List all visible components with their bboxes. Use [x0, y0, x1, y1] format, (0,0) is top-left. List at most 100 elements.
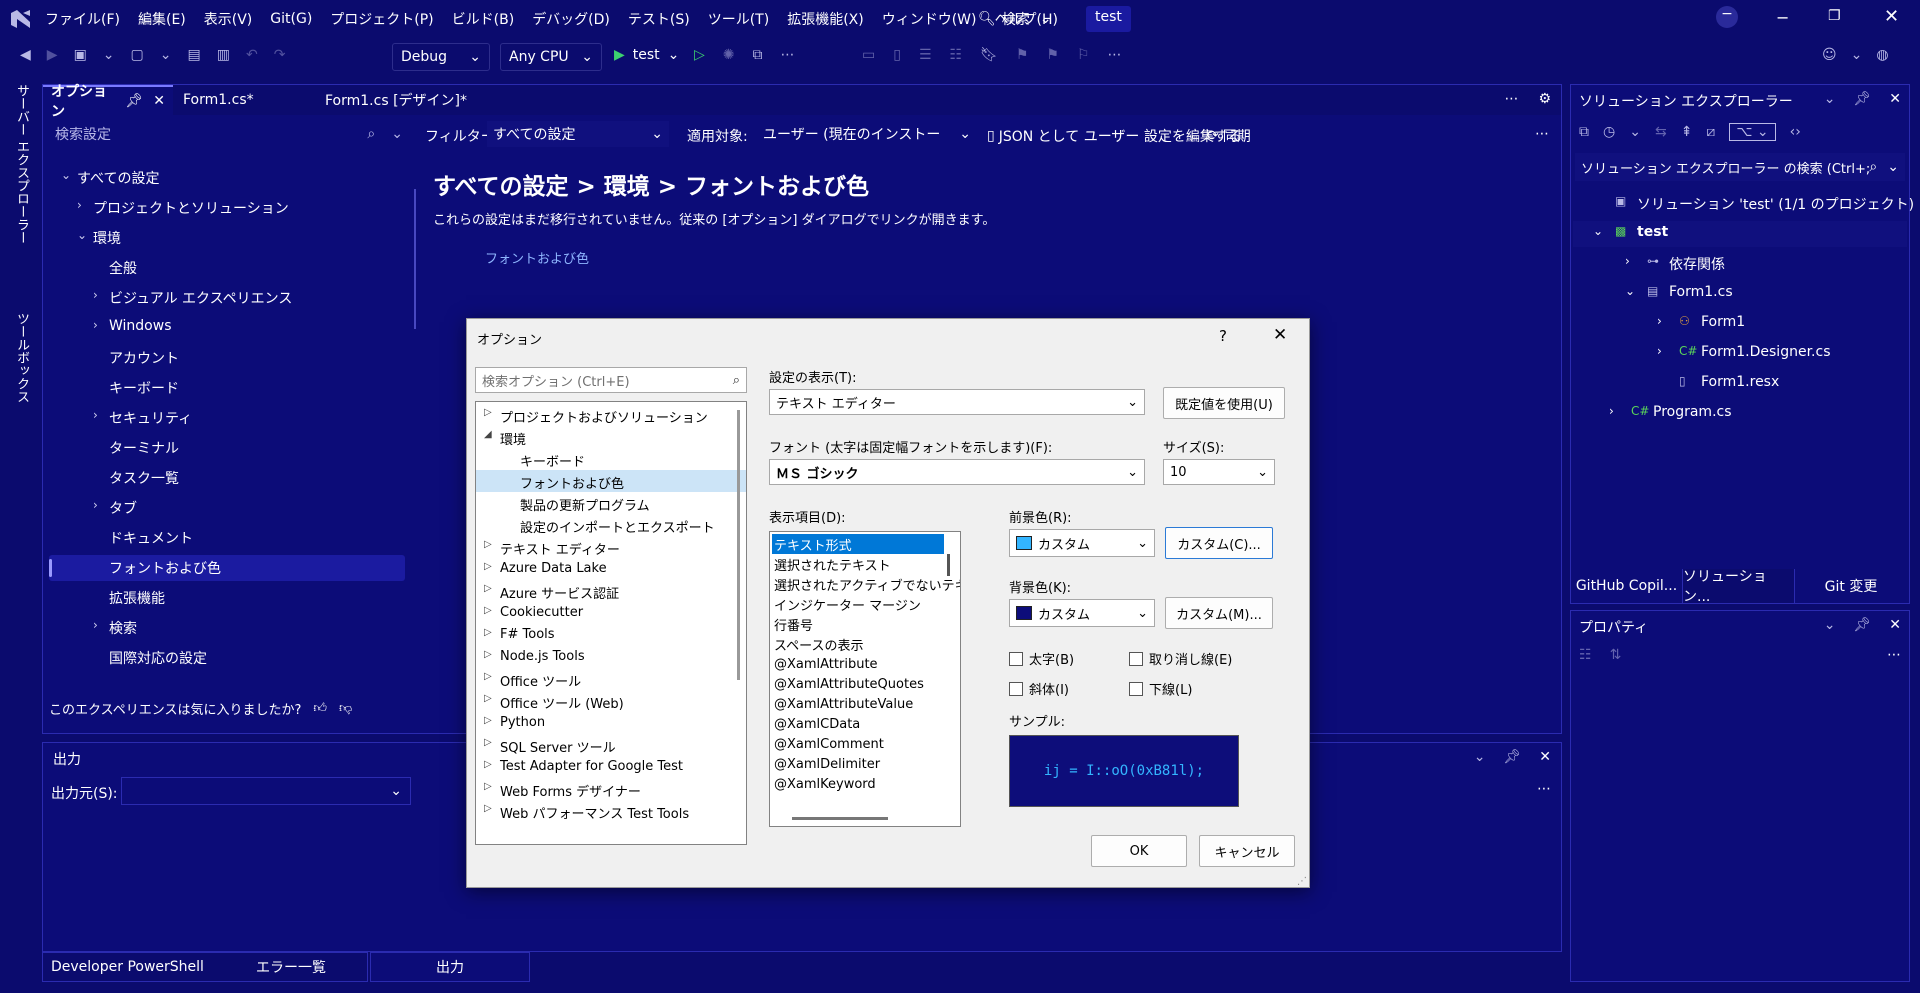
chevron-down-icon[interactable]: ⌄ [1824, 617, 1836, 633]
dialog-tree-item[interactable]: ▷ Cookiecutter [476, 602, 746, 624]
display-item[interactable]: 選択されたアクティブでないテキスト [772, 574, 960, 594]
options-tree-item[interactable]: ターミナル [49, 435, 405, 461]
chevron-right-icon[interactable]: › [93, 318, 98, 332]
display-item[interactable]: @XamlDelimiter [772, 754, 958, 774]
clear-bookmark-icon[interactable]: ⚐ [1077, 47, 1090, 63]
chevron-down-icon[interactable]: ⌄ [1593, 224, 1603, 238]
options-tree-item[interactable]: 全般 [49, 255, 405, 281]
chevron-down-icon[interactable]: ⌄ [77, 228, 87, 242]
options-tree-item[interactable]: ドキュメント [49, 525, 405, 551]
menu-item[interactable]: テスト(S) [619, 0, 699, 38]
dialog-tree-item[interactable]: ▷ F# Tools [476, 624, 746, 646]
dialog-tree-item[interactable]: ▷ Node.js Tools [476, 646, 746, 668]
dialog-tree-item[interactable]: ▷ Azure Data Lake [476, 558, 746, 580]
options-tree-item[interactable]: キーボード [49, 375, 405, 401]
history-icon[interactable]: ◷ [1603, 124, 1615, 140]
platform-dropdown[interactable]: Any CPU ⌄ [500, 43, 602, 71]
expand-arrow-icon[interactable]: ▷ [484, 649, 492, 660]
options-tree-item[interactable]: › タブ [49, 495, 405, 521]
size-dropdown[interactable]: 10 ⌄ [1163, 459, 1275, 485]
indent-icon[interactable]: ☷ [950, 47, 963, 63]
options-tree-item[interactable]: タスク一覧 [49, 465, 405, 491]
options-tree-item[interactable]: ⌄ すべての設定 [49, 165, 405, 191]
chevron-right-icon[interactable]: › [77, 198, 82, 212]
show-all-files-icon[interactable]: ⧄ [1706, 124, 1715, 140]
options-tree-item[interactable]: フォントおよび色 [49, 555, 405, 581]
solution-tree-item[interactable]: › ⊶ 依存関係 [1573, 251, 1907, 277]
help-button[interactable]: ? [1219, 327, 1227, 345]
solution-tree-item[interactable]: ▣ ソリューション 'test' (1/1 のプロジェクト) [1573, 191, 1914, 217]
expand-arrow-icon[interactable]: ▷ [484, 759, 492, 770]
run-without-debug-icon[interactable]: ▷ [694, 47, 705, 63]
pin-icon[interactable]: 📌︎ [1853, 617, 1871, 633]
new-project-icon[interactable]: ▣ [74, 47, 87, 63]
foreground-dropdown[interactable]: カスタム ⌄ [1009, 529, 1155, 557]
options-search[interactable]: 検索設定 ⌕ ⌄ [49, 121, 409, 147]
options-tree-item[interactable]: 国際対応の設定 [49, 645, 405, 671]
chevron-down-icon[interactable]: ⌄ [1824, 91, 1836, 107]
options-tree-item[interactable]: › 検索 [49, 615, 405, 641]
fonts-colors-link[interactable]: フォントおよび色 [485, 248, 589, 267]
solution-tree-item[interactable]: ⌄ ▤ Form1.cs [1573, 281, 1907, 307]
thumbs-up-icon[interactable]: 👍︎ [313, 701, 327, 716]
close-icon[interactable]: ✕ [153, 93, 165, 109]
global-search[interactable]: 🔍︎ 検索 ⌄ [978, 8, 1052, 30]
expand-arrow-icon[interactable]: ▷ [484, 407, 492, 418]
display-items-list[interactable]: テキスト形式選択されたテキスト選択されたアクティブでないテキストインジケーター … [769, 531, 961, 827]
close-icon[interactable]: ✕ [1539, 749, 1551, 765]
menu-item[interactable]: 表示(V) [195, 0, 262, 38]
tab-output[interactable]: 出力 [370, 952, 530, 982]
italic-checkbox[interactable]: 斜体(I) [1009, 679, 1069, 698]
options-tree-item[interactable]: › プロジェクトとソリューション [49, 195, 405, 221]
options-tree-item[interactable]: › Windows [49, 315, 405, 341]
more-icon[interactable]: ⋯ [1887, 647, 1901, 663]
expand-arrow-icon[interactable]: ▷ [484, 693, 492, 704]
menu-item[interactable]: ツール(T) [699, 0, 778, 38]
new-file-icon[interactable]: ▢ [131, 47, 144, 63]
pin-icon[interactable]: 📌︎ [1503, 749, 1521, 765]
expand-arrow-icon[interactable]: ▷ [484, 605, 492, 616]
options-tree-item[interactable]: › セキュリティ [49, 405, 405, 431]
chevron-right-icon[interactable]: › [1625, 254, 1630, 268]
sort-alpha-icon[interactable]: ⇅ [1610, 647, 1622, 663]
solution-tree-item[interactable]: › C# Form1.Designer.cs [1573, 341, 1907, 367]
chevron-right-icon[interactable]: › [1657, 344, 1662, 358]
display-item[interactable]: スペースの表示 [772, 634, 958, 654]
account-icon[interactable]: ◍ [1876, 47, 1888, 63]
switch-views-icon[interactable]: ⧉ [1579, 124, 1589, 140]
more-icon[interactable]: ⋯ [1108, 47, 1122, 63]
uncomment-icon[interactable]: ▯ [893, 47, 901, 63]
more-icon[interactable]: ⋯ [1537, 781, 1551, 797]
font-dropdown[interactable]: ＭＳ ゴシック ⌄ [769, 459, 1145, 485]
save-icon[interactable]: ▤ [188, 47, 201, 63]
display-item[interactable]: 行番号 [772, 614, 958, 634]
chevron-down-icon[interactable]: ⌄ [1474, 749, 1486, 765]
thumbs-down-icon[interactable]: 👎︎ [339, 701, 352, 716]
display-item[interactable]: インジケーター マージン [772, 594, 958, 614]
tree-splitter[interactable] [414, 189, 416, 329]
save-all-icon[interactable]: ▥ [217, 47, 230, 63]
sync-button[interactable]: ⟳ 同期 [1207, 126, 1251, 146]
chevron-down-icon[interactable]: ⌄ [160, 47, 172, 63]
options-tree-item[interactable]: アカウント [49, 345, 405, 371]
next-bookmark-icon[interactable]: ⚑ [1046, 47, 1059, 63]
display-item[interactable]: テキスト形式 [772, 534, 944, 554]
overflow-icon[interactable]: ⋯ [1504, 91, 1518, 107]
strike-checkbox[interactable]: 取り消し線(E) [1129, 649, 1232, 668]
tab-options[interactable]: オプション 📌︎ ✕ [43, 84, 173, 120]
solution-search[interactable]: ソリューション エクスプローラー の検索 (Ctrl+;) ⌕ ⌄ [1575, 153, 1905, 181]
items-scrollbar[interactable] [947, 554, 950, 576]
restore-window-icon[interactable]: ❐ [1828, 8, 1841, 24]
show-settings-dropdown[interactable]: テキスト エディター ⌄ [769, 389, 1145, 415]
display-item[interactable]: @XamlCData [772, 714, 958, 734]
display-item[interactable]: @XamlAttribute [772, 654, 958, 674]
dialog-tree-item[interactable]: 製品の更新プログラム [476, 492, 746, 514]
dialog-tree-item[interactable]: ▷ Web Forms デザイナー [476, 778, 746, 800]
scope-dropdown[interactable]: ユーザー (現在のインストー ⌄ [757, 121, 977, 147]
chevron-right-icon[interactable]: › [93, 288, 98, 302]
dialog-tree-item[interactable]: フォントおよび色 [476, 470, 746, 492]
close-icon[interactable]: ✕ [1889, 617, 1901, 633]
chevron-down-icon[interactable]: ⌄ [1851, 47, 1863, 63]
display-item[interactable]: @XamlAttributeValue [772, 694, 958, 714]
minimize-button[interactable]: − [1716, 6, 1738, 28]
